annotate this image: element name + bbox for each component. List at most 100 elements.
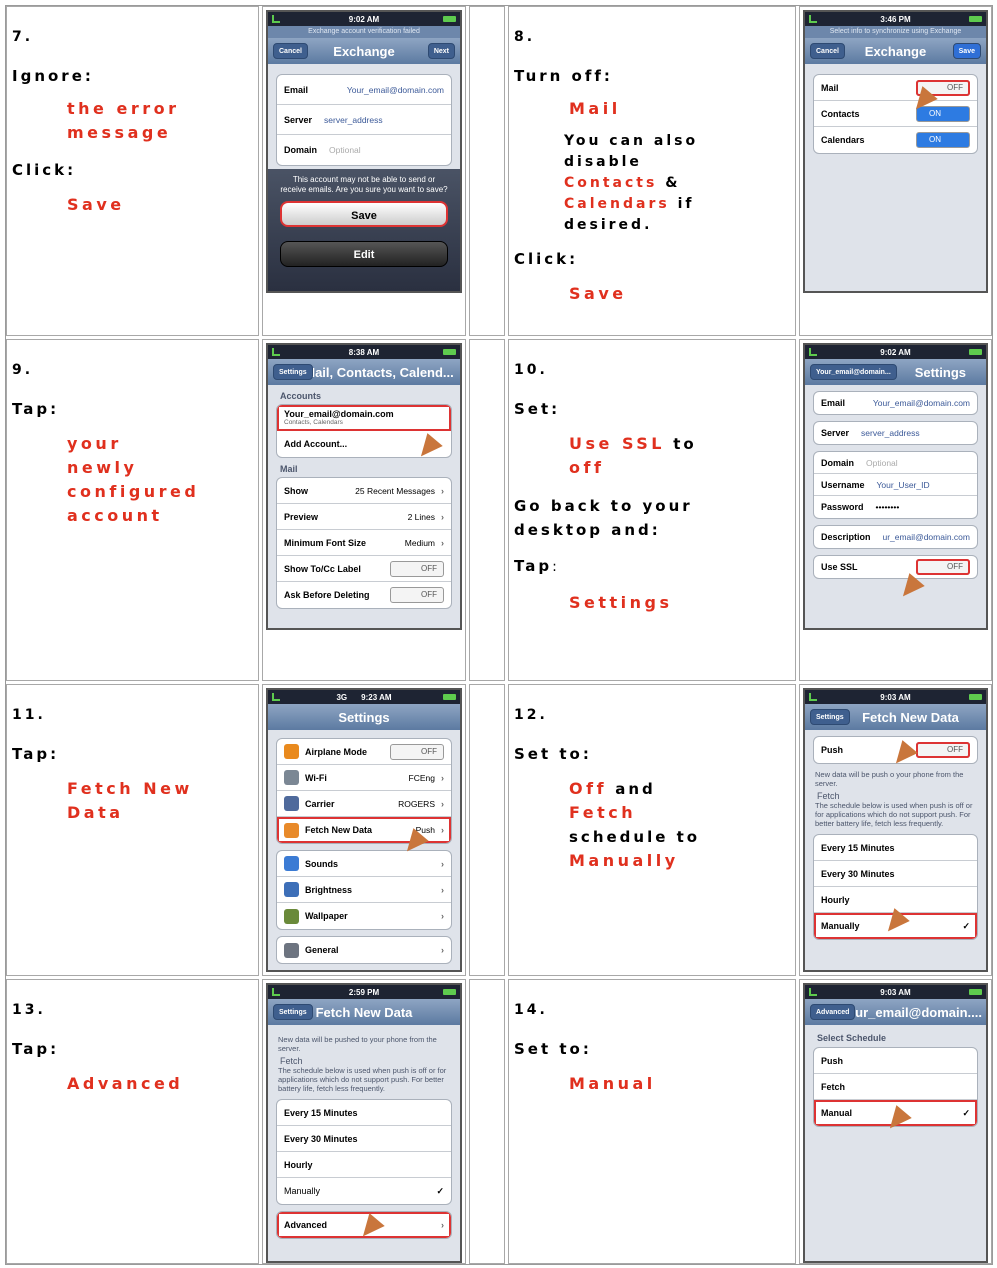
battery-icon xyxy=(443,694,456,700)
back-button[interactable]: Advanced xyxy=(810,1004,856,1020)
sounds-row[interactable]: Sounds › xyxy=(277,851,451,877)
cancel-button[interactable]: Cancel xyxy=(273,43,308,59)
chevron-right-icon: › xyxy=(441,772,444,783)
email-field[interactable]: Email Your_email@domain.com xyxy=(277,75,451,105)
section-header: Mail xyxy=(280,464,298,474)
status-time: 3:46 PM xyxy=(880,14,911,24)
wallpaper-row[interactable]: Wallpaper › xyxy=(277,903,451,929)
push-toggle[interactable]: OFF xyxy=(916,742,970,758)
signal-icon xyxy=(272,988,280,996)
tocc-toggle[interactable]: OFF xyxy=(390,560,444,577)
row-label: Contacts xyxy=(821,108,860,119)
section-header: Fetch xyxy=(817,791,840,801)
carrier-icon xyxy=(284,796,299,811)
field-label: Email xyxy=(821,398,846,408)
field-label: Server xyxy=(284,114,313,125)
cancel-button[interactable]: Cancel xyxy=(810,43,845,59)
contacts-toggle-row[interactable]: Contacts ON xyxy=(814,101,977,127)
mail-toggle-row[interactable]: Mail OFF xyxy=(814,75,977,101)
schedule-option[interactable]: Every 15 Minutes xyxy=(277,1100,451,1126)
brightness-icon xyxy=(284,882,299,897)
personalization-group: Sounds › Brightness › Wallpaper › xyxy=(276,850,452,930)
ssl-group: Use SSL OFF xyxy=(813,555,978,579)
show-tocc-row[interactable]: Show To/Cc Label OFF xyxy=(277,556,451,582)
domain-field[interactable]: Domain Optional xyxy=(277,135,451,165)
schedule-option[interactable]: Hourly xyxy=(277,1152,451,1178)
schedule-option[interactable]: Every 15 Minutes xyxy=(814,835,977,861)
phone-screen: 9:03 AM Advanced Your_email@domain.... Se… xyxy=(803,983,988,1263)
note-line: disable xyxy=(564,154,642,170)
username-field[interactable]: Username Your_User_ID xyxy=(814,474,977,496)
action-label: Click: xyxy=(514,250,579,268)
show-row[interactable]: Show 25 Recent Messages › xyxy=(277,478,451,504)
airplane-icon xyxy=(284,744,299,759)
password-field[interactable]: Password •••••••• xyxy=(814,496,977,518)
wifi-row[interactable]: Wi-Fi FCEng › xyxy=(277,765,451,791)
general-row[interactable]: General › xyxy=(277,937,451,963)
nav-title: Fetch New Data xyxy=(862,709,959,725)
back-button[interactable]: Settings xyxy=(810,709,850,725)
instruction-note: You can also disable Contacts & Calendar… xyxy=(564,131,795,236)
option-label: Every 15 Minutes xyxy=(284,1107,358,1118)
next-button[interactable]: Next xyxy=(427,43,455,59)
phone-screen: 9:02 AM Your_email@domain... Settings Ema… xyxy=(803,343,988,630)
status-time: 9:03 AM xyxy=(880,692,911,702)
network-group: Airplane Mode OFF Wi-Fi FCEng › Carrier ROGE… xyxy=(276,738,452,844)
phone-screen: 3G 9:23 AM Settings Airplane Mode OFF Wi-F… xyxy=(266,688,462,972)
back-button[interactable]: Your_email@domain... xyxy=(810,364,897,380)
target-text: Use SSL xyxy=(569,434,665,453)
save-button[interactable]: Save xyxy=(952,43,981,59)
row-label: Wi-Fi xyxy=(305,772,327,783)
back-button[interactable]: Settings xyxy=(273,364,313,380)
airplane-toggle[interactable]: OFF xyxy=(390,743,444,760)
ask-delete-row[interactable]: Ask Before Deleting OFF xyxy=(277,582,451,608)
calendars-toggle-row[interactable]: Calendars ON xyxy=(814,127,977,153)
domain-field[interactable]: Domain Optional xyxy=(814,452,977,474)
schedule-option-selected[interactable]: Manually ✓ xyxy=(277,1178,451,1204)
action-label: Click: xyxy=(12,161,77,179)
use-ssl-toggle[interactable]: OFF xyxy=(916,559,970,575)
battery-icon xyxy=(443,16,456,22)
chevron-right-icon: › xyxy=(441,537,444,548)
spacer-cell xyxy=(469,684,505,976)
row-label: Preview xyxy=(284,511,319,522)
nav-title: Exchange xyxy=(864,43,927,59)
schedule-option[interactable]: Every 30 Minutes xyxy=(277,1126,451,1152)
back-button[interactable]: Settings xyxy=(273,1004,313,1020)
edit-button[interactable]: Edit xyxy=(280,241,448,267)
step-number: 12. xyxy=(514,707,548,723)
font-size-row[interactable]: Minimum Font Size Medium › xyxy=(277,530,451,556)
status-time: 9:03 AM xyxy=(880,987,911,997)
signal-icon xyxy=(272,15,280,23)
preview-row[interactable]: Preview 2 Lines › xyxy=(277,504,451,530)
schedule-option[interactable]: Push xyxy=(814,1048,977,1074)
speaker-icon xyxy=(284,856,299,871)
action-label: Set: xyxy=(514,400,561,418)
email-field[interactable]: Email Your_email@domain.com xyxy=(814,392,977,414)
step-8-screenshot: 3:46 PM Select info to synchronize using… xyxy=(799,6,992,336)
server-field[interactable]: Server server_address xyxy=(277,105,451,135)
account-row[interactable]: Your_email@domain.com Contacts, Calendars xyxy=(277,405,451,431)
chevron-right-icon: › xyxy=(441,825,444,835)
use-ssl-row[interactable]: Use SSL OFF xyxy=(814,556,977,578)
nav-bar: Settings Mail, Contacts, Calend... xyxy=(268,359,460,385)
signal-icon xyxy=(272,693,280,701)
brightness-row[interactable]: Brightness › xyxy=(277,877,451,903)
status-bar: 9:02 AM xyxy=(805,345,986,359)
field-label: Domain xyxy=(821,457,855,468)
schedule-option[interactable]: Fetch xyxy=(814,1074,977,1100)
server-field[interactable]: Server server_address xyxy=(814,422,977,444)
target-text: Calendars xyxy=(564,196,670,212)
save-button[interactable]: Save xyxy=(280,201,448,227)
ask-delete-toggle[interactable]: OFF xyxy=(390,587,444,603)
row-label: Minimum Font Size xyxy=(284,537,366,548)
target-text: configured xyxy=(67,482,200,501)
nav-bar: Settings xyxy=(268,704,460,730)
carrier-row[interactable]: Carrier ROGERS › xyxy=(277,791,451,817)
calendars-toggle[interactable]: ON xyxy=(916,132,970,148)
network-type: 3G xyxy=(336,692,348,702)
schedule-option[interactable]: Every 30 Minutes xyxy=(814,861,977,887)
airplane-mode-row[interactable]: Airplane Mode OFF xyxy=(277,739,451,765)
description-field[interactable]: Description ur_email@domain.com xyxy=(814,526,977,548)
spacer-cell xyxy=(469,6,505,336)
